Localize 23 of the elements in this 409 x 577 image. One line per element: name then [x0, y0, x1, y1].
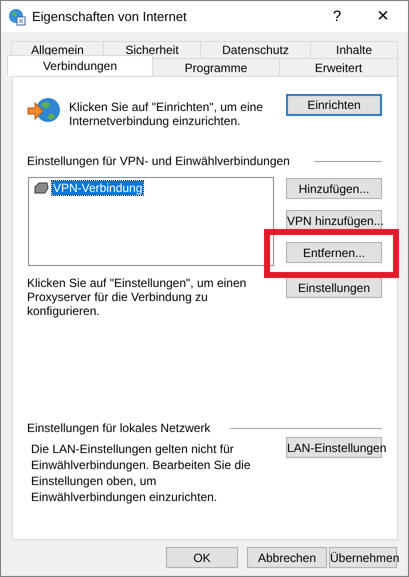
tab[interactable]: Programme — [152, 58, 280, 76]
dialog-button[interactable]: OK — [166, 547, 238, 568]
window-title: Eigenschaften von Internet — [32, 9, 188, 24]
help-button[interactable]: ? — [314, 1, 360, 32]
setup-button[interactable]: Einrichten — [286, 94, 382, 116]
proxy-text: Klicken Sie auf "Einstellungen", um einen Proxyserver für die Verbindung zu konfigurieren. — [27, 276, 248, 318]
connection-button[interactable]: Hinzufügen... — [286, 178, 382, 199]
tab[interactable]: Erweitert — [279, 58, 398, 76]
connection-item[interactable]: VPN-Verbindung — [52, 181, 144, 195]
connection-button[interactable]: VPN hinzufügen... — [286, 210, 382, 231]
lan-text: Die LAN-Einstellungen gelten nicht für Einwählverbindungen. Bearbeiten Sie die Einstellungen oben, um Einwählverbindungen einzurichten. — [31, 441, 252, 505]
tab[interactable]: Inhalte — [310, 41, 398, 58]
globe-icon — [8, 8, 26, 26]
tab[interactable]: Verbindungen — [7, 55, 153, 76]
dialog-button[interactable]: Übernehmen — [329, 547, 397, 568]
setup-text: Klicken Sie auf "Einrichten", um eine Internetverbindung einzurichten. — [69, 100, 264, 128]
close-button[interactable]: × — [360, 1, 406, 32]
settings-button[interactable]: Einstellungen — [286, 277, 382, 298]
group-label: Einstellungen für VPN- und Einwählverbindungen — [27, 154, 290, 168]
connection-button[interactable]: Entfernen... — [286, 242, 382, 263]
group-label: Einstellungen für lokales Netzwerk — [27, 421, 210, 435]
modem-icon — [33, 182, 49, 194]
dialog-button[interactable]: Abbrechen — [247, 547, 327, 568]
